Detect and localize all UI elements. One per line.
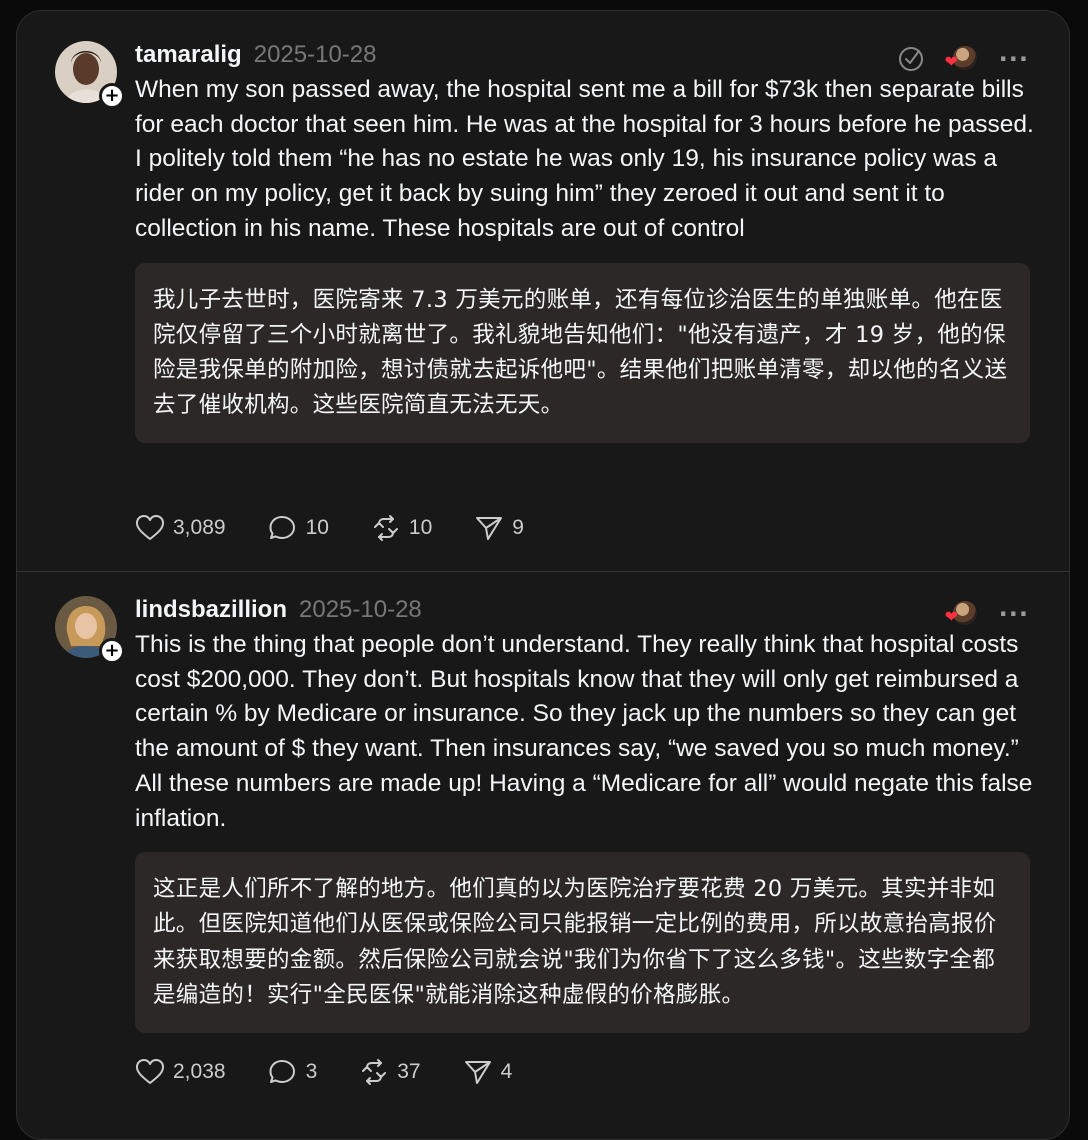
reactors-avatar[interactable]: ❤ — [944, 46, 977, 72]
heart-icon: ❤ — [944, 607, 959, 626]
repost-button[interactable]: 10 — [371, 514, 432, 542]
post-header: tamaralig 2025-10-28 — [135, 41, 1029, 69]
share-count: 9 — [512, 516, 524, 539]
heart-icon: ❤ — [944, 52, 959, 71]
more-icon[interactable]: ··· — [999, 600, 1029, 628]
comment-button[interactable]: 10 — [268, 514, 329, 542]
share-button[interactable]: 4 — [463, 1058, 513, 1086]
like-count: 2,038 — [173, 1060, 226, 1083]
post-header-actions: ❤ ··· — [897, 45, 1029, 73]
comment-count: 10 — [305, 516, 329, 539]
share-count: 4 — [500, 1060, 513, 1083]
post-header: lindsbazillion 2025-10-28 — [135, 596, 1029, 624]
reply-post: + tamaralig 2025-10-28 ❤ ··· When my son… — [17, 11, 1069, 571]
repost-count: 10 — [408, 516, 433, 539]
plus-icon[interactable]: + — [99, 638, 125, 664]
post-actions: 3,089 10 10 9 — [135, 514, 566, 542]
post-body: When my son passed away, the hospital se… — [135, 76, 1041, 242]
avatar[interactable]: + — [55, 596, 125, 664]
post-actions: 2,038 3 37 4 — [135, 1058, 554, 1086]
translation-box: 我儿子去世时，医院寄来 7.3 万美元的账单，还有每位诊治医生的单独账单。他在医… — [135, 262, 1030, 444]
username[interactable]: tamaralig — [135, 41, 242, 69]
translation-box: 这正是人们所不了解的地方。他们真的以为医院治疗要花费 20 万美元。其实并非如此… — [135, 852, 1030, 1034]
like-button[interactable]: 2,038 — [135, 1058, 226, 1086]
comment-button[interactable]: 3 — [268, 1058, 318, 1086]
like-button[interactable]: 3,089 — [135, 514, 226, 542]
repost-count: 37 — [397, 1060, 421, 1083]
like-count: 3,089 — [173, 516, 226, 539]
post-date: 2025-10-28 — [253, 41, 377, 68]
avatar[interactable]: + — [55, 41, 125, 109]
share-button[interactable]: 9 — [474, 514, 524, 542]
more-icon[interactable]: ··· — [999, 45, 1029, 73]
reply-post: + lindsbazillion 2025-10-28 ❤ ··· This i… — [17, 571, 1069, 1131]
comment-count: 3 — [305, 1060, 318, 1083]
post-header-actions: ❤ ··· — [944, 600, 1029, 628]
plus-icon[interactable]: + — [99, 83, 125, 109]
repost-button[interactable]: 37 — [359, 1058, 421, 1086]
post-body: This is the thing that people don’t unde… — [135, 631, 1040, 832]
reactors-avatar[interactable]: ❤ — [944, 601, 977, 627]
post-date: 2025-10-28 — [299, 596, 422, 623]
username[interactable]: lindsbazillion — [135, 596, 287, 624]
thread-feed: + tamaralig 2025-10-28 ❤ ··· When my son… — [16, 10, 1070, 1140]
check-circle-icon[interactable] — [897, 45, 925, 73]
